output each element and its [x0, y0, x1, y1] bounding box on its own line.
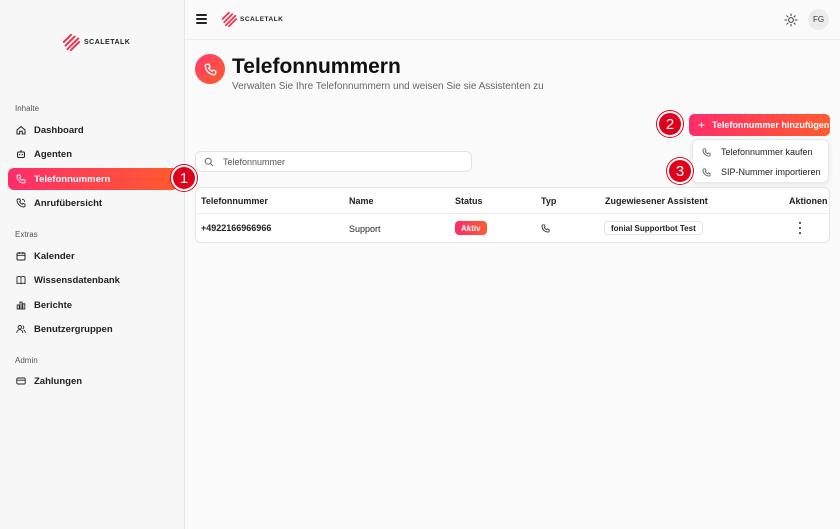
header-divider — [196, 213, 829, 214]
menu-icon[interactable] — [196, 14, 207, 24]
column-header-aktionen: Aktionen — [789, 196, 828, 206]
topbar-logo[interactable]: SCALETALK — [221, 10, 283, 28]
cell-phone-number: +4922166966966 — [201, 223, 272, 233]
phone-call-icon — [16, 198, 26, 208]
row-actions-icon[interactable] — [796, 222, 804, 234]
sidebar-item-agenten[interactable]: Agenten — [8, 143, 178, 165]
sidebar-item-telefonnummern[interactable]: Telefonnummern — [8, 168, 178, 190]
search-icon — [204, 157, 214, 166]
page-subtitle: Verwalten Sie Ihre Telefonnummern und we… — [232, 81, 544, 92]
bar-chart-icon — [16, 301, 26, 310]
sun-icon[interactable] — [784, 13, 798, 27]
sidebar-section-extras: Extras — [15, 230, 38, 239]
column-header-status: Status — [455, 196, 483, 206]
menu-item-import-sip[interactable]: SIP-Nummer importieren — [693, 162, 830, 182]
sidebar-item-label: Berichte — [34, 299, 73, 311]
column-header-typ: Typ — [541, 196, 557, 206]
bot-icon — [17, 150, 25, 158]
calendar-icon — [16, 252, 26, 261]
callout-3: 3 — [667, 158, 693, 184]
sidebar-item-label: Benutzergruppen — [34, 323, 113, 335]
brand-name: SCALETALK — [84, 38, 131, 46]
sidebar-item-anrufuebersicht[interactable]: Anrufübersicht — [8, 192, 178, 214]
sidebar-item-zahlungen[interactable]: Zahlungen — [8, 370, 178, 392]
sidebar-item-dashboard[interactable]: Dashboard — [8, 119, 178, 141]
phone-icon — [702, 167, 711, 177]
status-badge: Aktiv — [455, 221, 487, 235]
phone-icon — [16, 174, 26, 184]
user-avatar[interactable]: FG — [808, 9, 829, 30]
sidebar: SCALETALK Inhalte Dashboard Agenten Tele… — [0, 0, 185, 529]
book-icon — [16, 276, 26, 285]
callout-1: 1 — [171, 165, 197, 191]
phone-icon — [541, 224, 550, 233]
menu-item-buy-number[interactable]: Telefonnummer kaufen — [693, 142, 830, 162]
add-phone-number-button[interactable]: + Telefonnummer hinzufügen — [689, 114, 830, 136]
sidebar-item-berichte[interactable]: Berichte — [8, 294, 178, 316]
sidebar-item-label: Dashboard — [34, 124, 84, 136]
sidebar-item-label: Zahlungen — [34, 375, 83, 387]
sidebar-item-label: Anrufübersicht — [34, 197, 103, 209]
sidebar-section-inhalte: Inhalte — [15, 104, 40, 113]
menu-item-label: SIP-Nummer importieren — [721, 167, 821, 177]
cell-name: Support — [349, 224, 381, 234]
brand-name: SCALETALK — [240, 15, 284, 23]
sidebar-item-benutzergruppen[interactable]: Benutzergruppen — [8, 318, 178, 340]
callout-2: 2 — [657, 111, 683, 137]
topbar: SCALETALK FG — [185, 0, 840, 40]
plus-icon: + — [698, 118, 706, 132]
sidebar-logo[interactable]: SCALETALK — [62, 32, 130, 52]
add-phone-number-label: Telefonnummer hinzufügen — [712, 120, 830, 130]
home-icon — [16, 125, 26, 135]
sidebar-item-label: Agenten — [34, 148, 72, 160]
users-icon — [16, 325, 26, 334]
scaletalk-logo-icon — [221, 11, 237, 28]
column-header-telefonnummer: Telefonnummer — [201, 196, 268, 206]
sidebar-item-label: Telefonnummern — [34, 173, 111, 185]
phone-numbers-table: Telefonnummer Name Status Typ Zugewiesen… — [195, 187, 830, 243]
column-header-name: Name — [349, 196, 374, 206]
sidebar-item-label: Wissensdatenbank — [34, 274, 120, 286]
search-box[interactable] — [195, 151, 472, 172]
phone-icon — [702, 147, 711, 157]
assistant-badge: fonial Supportbot Test — [604, 221, 703, 235]
sidebar-item-kalender[interactable]: Kalender — [8, 245, 178, 267]
page-phone-icon — [195, 54, 225, 84]
search-input[interactable] — [223, 156, 453, 167]
credit-card-icon — [16, 377, 26, 385]
scaletalk-logo-icon — [62, 33, 80, 52]
menu-item-label: Telefonnummer kaufen — [721, 147, 813, 157]
add-number-dropdown: Telefonnummer kaufen SIP-Nummer importie… — [692, 139, 829, 183]
sidebar-item-wissensdatenbank[interactable]: Wissensdatenbank — [8, 269, 178, 291]
column-header-assistent: Zugewiesener Assistent — [605, 196, 708, 206]
sidebar-item-label: Kalender — [34, 250, 75, 262]
page-title: Telefonnummern — [232, 55, 401, 78]
sidebar-section-admin: Admin — [15, 356, 38, 365]
